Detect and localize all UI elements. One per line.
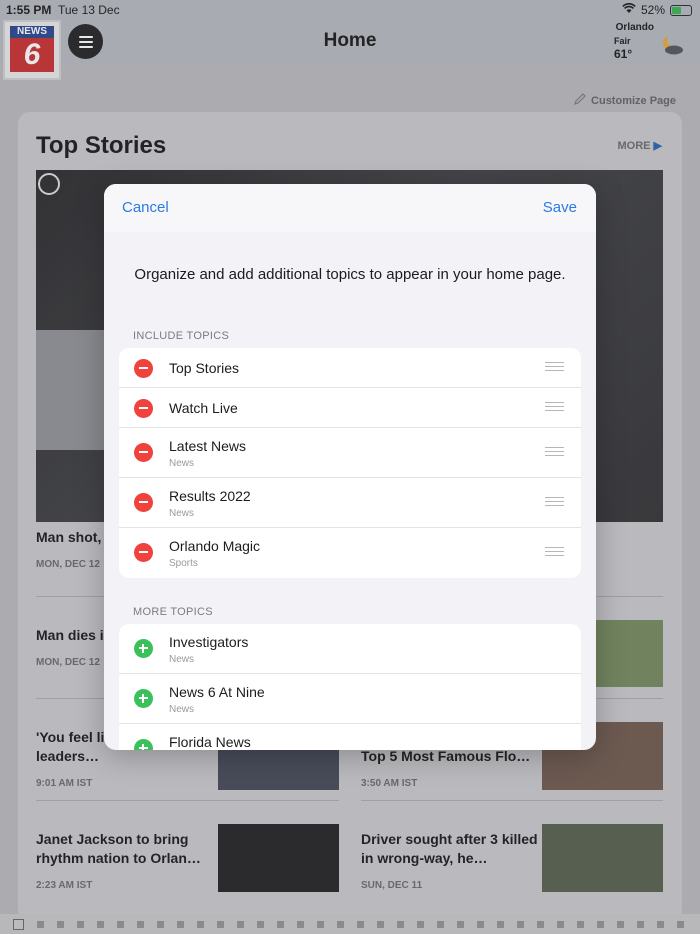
- topic-category: News: [169, 458, 195, 469]
- remove-icon[interactable]: [134, 399, 153, 418]
- topic-name: Florida News: [169, 734, 251, 750]
- cancel-button[interactable]: Cancel: [122, 199, 169, 216]
- topic-row-florida-news[interactable]: Florida News: [119, 724, 581, 750]
- add-icon[interactable]: [134, 639, 153, 658]
- topic-row-watch-live[interactable]: Watch Live: [119, 388, 581, 428]
- topic-name: Watch Live: [169, 400, 238, 416]
- topic-row-investigators[interactable]: Investigators News: [119, 624, 581, 674]
- topic-name: News 6 At Nine: [169, 684, 265, 700]
- save-button[interactable]: Save: [543, 199, 577, 216]
- remove-icon[interactable]: [134, 443, 153, 462]
- remove-icon[interactable]: [134, 359, 153, 378]
- modal-header: Cancel Save: [104, 184, 596, 232]
- drag-handle-icon[interactable]: [545, 447, 564, 459]
- remove-icon[interactable]: [134, 493, 153, 512]
- topic-row-top-stories[interactable]: Top Stories: [119, 348, 581, 388]
- topic-row-orlando-magic[interactable]: Orlando Magic Sports: [119, 528, 581, 578]
- topic-category: Sports: [169, 558, 198, 569]
- topic-name: Investigators: [169, 634, 249, 650]
- bottom-page-indicator: [0, 914, 700, 934]
- topic-name: Results 2022: [169, 488, 251, 504]
- include-topics-label: INCLUDE TOPICS: [133, 330, 230, 342]
- topic-row-news-6-at-nine[interactable]: News 6 At Nine News: [119, 674, 581, 724]
- topic-row-latest-news[interactable]: Latest News News: [119, 428, 581, 478]
- include-topics-list: Top Stories Watch Live Latest News News …: [119, 348, 581, 578]
- topic-row-results-2022[interactable]: Results 2022 News: [119, 478, 581, 528]
- more-topics-list: Investigators News News 6 At Nine News F…: [119, 624, 581, 750]
- topic-name: Latest News: [169, 438, 247, 454]
- drag-handle-icon[interactable]: [545, 362, 564, 374]
- remove-icon[interactable]: [134, 543, 153, 562]
- add-icon[interactable]: [134, 689, 153, 708]
- drag-handle-icon[interactable]: [545, 497, 564, 509]
- drag-handle-icon[interactable]: [545, 547, 564, 559]
- modal-description: Organize and add additional topics to ap…: [134, 266, 566, 283]
- topic-category: News: [169, 654, 195, 665]
- topic-category: News: [169, 704, 195, 715]
- topic-name: Top Stories: [169, 360, 240, 376]
- topic-name: Orlando Magic: [169, 538, 261, 554]
- more-topics-label: MORE TOPICS: [133, 606, 213, 618]
- add-icon[interactable]: [134, 739, 153, 750]
- drag-handle-icon[interactable]: [545, 402, 564, 414]
- customize-topics-modal: Cancel Save Organize and add additional …: [104, 184, 596, 750]
- topic-category: News: [169, 508, 195, 519]
